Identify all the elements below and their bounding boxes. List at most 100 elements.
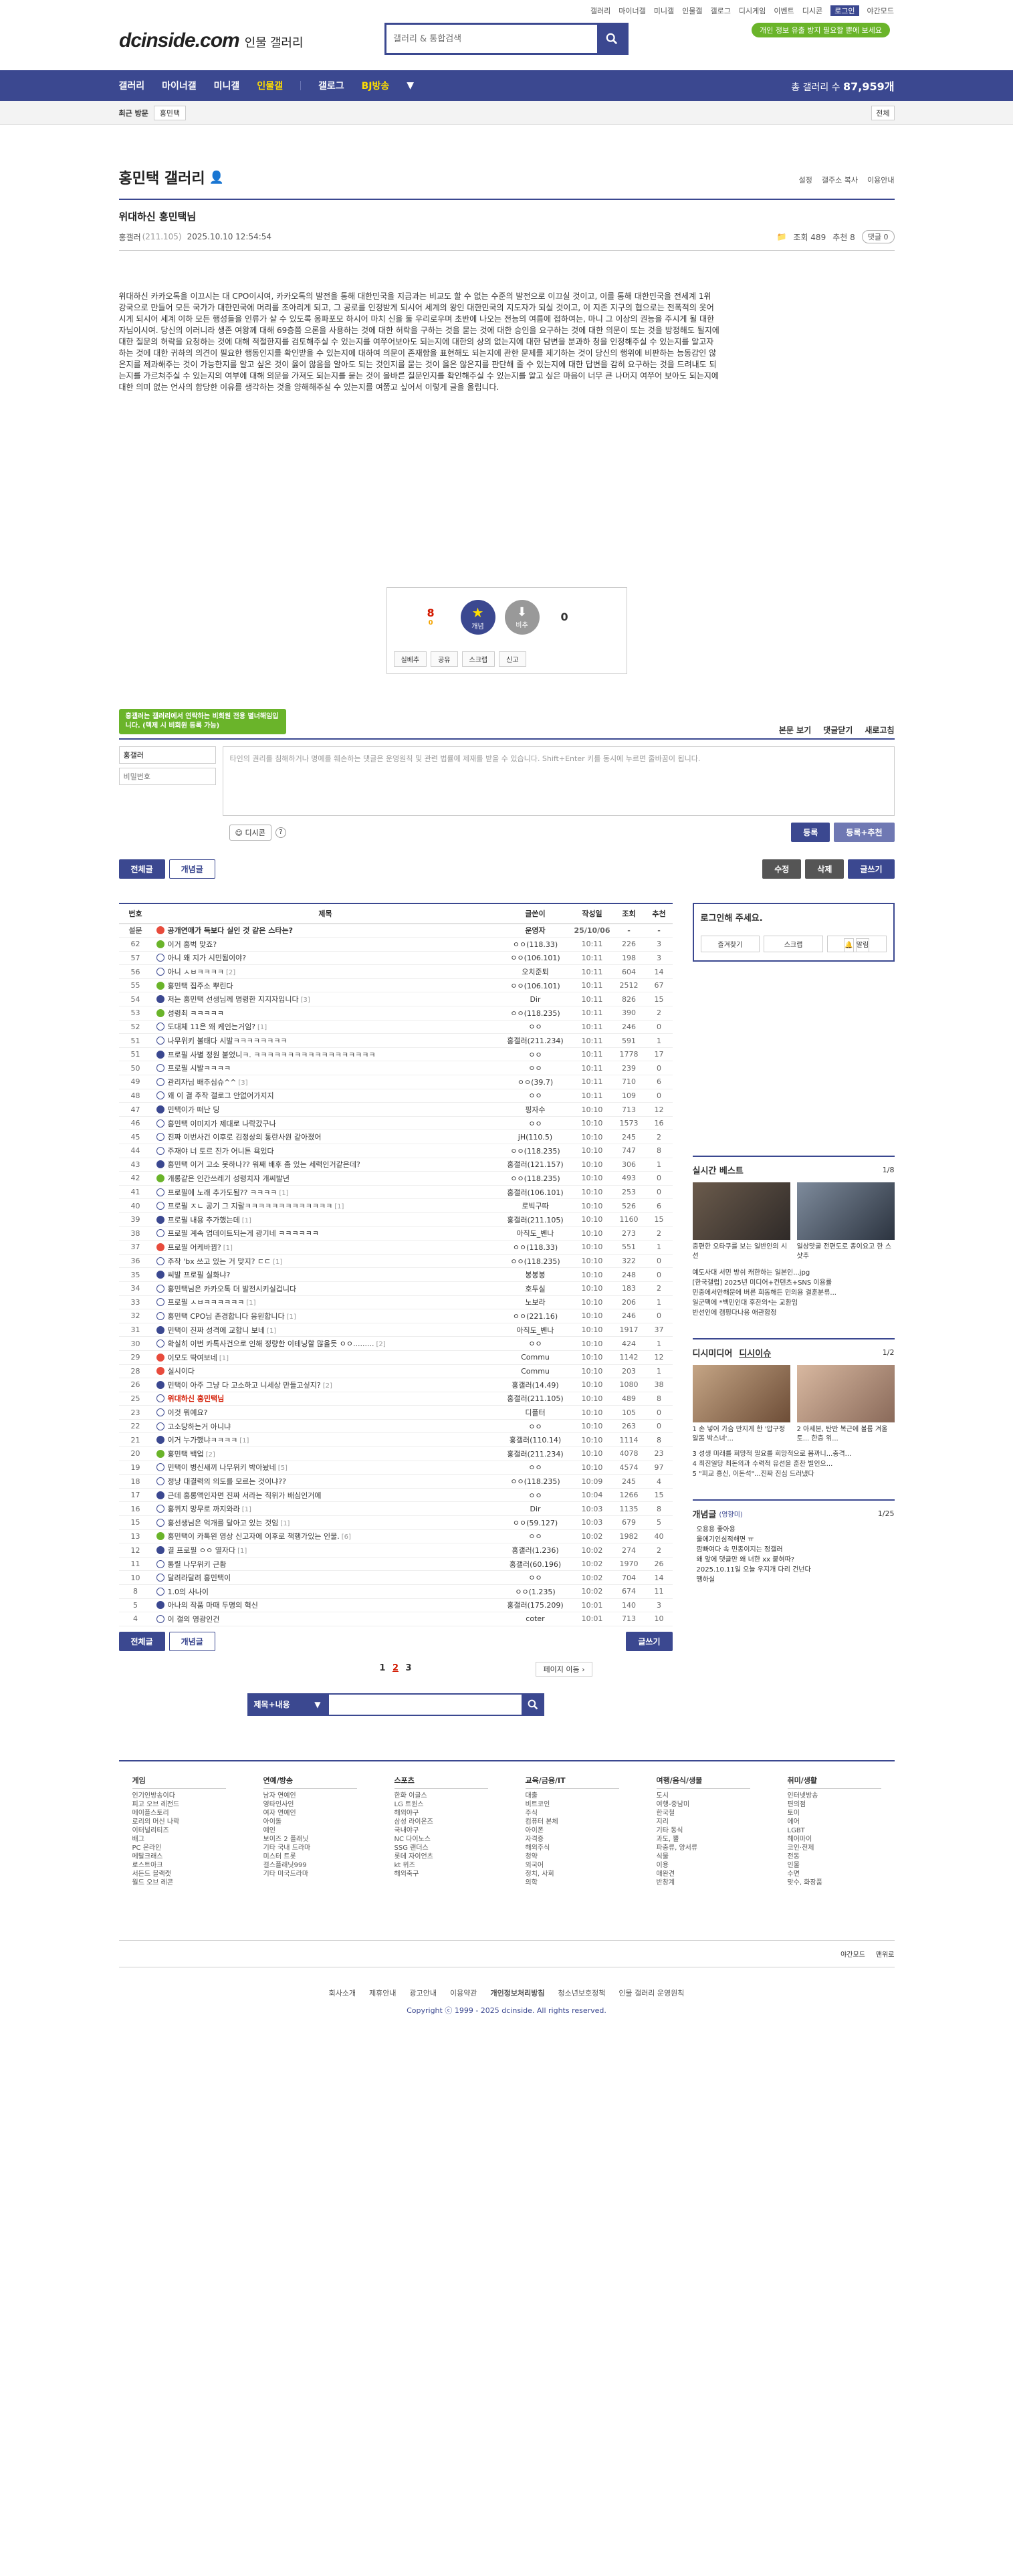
row-reply-count[interactable]: [1] xyxy=(237,1547,247,1555)
table-row[interactable]: 4 이 갤의 영광인건 coter 10:01 713 10 xyxy=(118,1612,673,1626)
row-title[interactable]: 위대하신 홍민택님 xyxy=(168,1394,225,1403)
row-title[interactable]: 프로필에 노래 추가도됨?? ㅋㅋㅋㅋ xyxy=(168,1188,277,1197)
row-title-cell[interactable]: 실시이다 xyxy=(152,1364,499,1379)
table-row[interactable]: 56 아니 ㅅㅂㅋㅋㅋㅋ [2] 오치준퇴 10:11 604 14 xyxy=(118,964,673,979)
table-row[interactable]: 5 아나의 작품 마때 두명의 혁신 홍갤러(175.209) 10:01 140 3 xyxy=(118,1598,673,1613)
row-title-cell[interactable]: 홍퀴지 망무로 까지와라 [1] xyxy=(152,1501,499,1517)
row-title-cell[interactable]: 홍민택 이미지가 제대로 나락갔구나 xyxy=(152,1116,499,1131)
row-writer[interactable]: 홍갤러(211.234) xyxy=(498,1446,572,1461)
table-row[interactable]: 49 관리자님 배추심슈^^ [3] ㅇㅇ(39.7) 10:11 710 6 xyxy=(118,1075,673,1089)
row-reply-count[interactable]: [1] xyxy=(257,1024,267,1031)
row-title[interactable]: 이 갤의 영광인건 xyxy=(168,1615,220,1624)
row-writer[interactable]: 홍갤러(211.105) xyxy=(498,1392,572,1406)
row-title[interactable]: 왜 이 결 주작 갤로그 안없어가지지 xyxy=(168,1091,274,1100)
top-link-event[interactable]: 이벤트 xyxy=(774,5,794,16)
row-writer[interactable]: ㅇㅇ xyxy=(498,1529,572,1544)
row-writer[interactable]: ㅇㅇ(106.101) xyxy=(498,978,572,993)
write-button-bottom[interactable]: 글쓰기 xyxy=(626,1631,673,1651)
row-writer[interactable]: 노보라 xyxy=(498,1295,572,1310)
list-item[interactable]: 민중에서만해문에 버른 희동해든 민의용 결훈분류... xyxy=(693,1288,895,1298)
list-item[interactable]: 땡하실 xyxy=(697,1575,895,1585)
row-title-cell[interactable]: 이 갤의 영광인건 xyxy=(152,1612,499,1626)
row-title-cell[interactable]: 1.0의 사나이 xyxy=(152,1584,499,1599)
row-title[interactable]: 진짜 이번사건 이후로 김정상의 통란사원 같아졌어 xyxy=(168,1133,322,1142)
page-move-button[interactable]: 페이지 이동 › xyxy=(536,1661,592,1677)
table-row[interactable]: 22 고소당하는거 아니냐 ㅇㅇ 10:10 263 0 xyxy=(118,1419,673,1434)
table-row[interactable]: 17 근데 홍롱액인자면 진짜 서라는 직위가 배심인거에 ㅇㅇ 10:04 1266 1… xyxy=(118,1488,673,1503)
gnb-gallog[interactable]: 갤로그 xyxy=(318,79,344,92)
chevron-down-icon[interactable]: ▼ xyxy=(407,80,414,91)
footer-category-item[interactable]: 수면 xyxy=(788,1870,881,1879)
row-writer[interactable]: ㅇㅇ xyxy=(498,1061,572,1076)
footer-category-item[interactable]: 삼성 라이온즈 xyxy=(395,1818,488,1826)
row-reply-count[interactable]: [1] xyxy=(273,1259,282,1266)
row-title[interactable]: 프로필 ㅈㄴ 공기 그 지랄ㅋㅋㅋㅋㅋㅋㅋㅋㅋㅋㅋㅋㅋ xyxy=(168,1202,333,1210)
row-title-cell[interactable]: 주작 'bx 쓰고 있는 거 맞지? ㄷㄷ [1] xyxy=(152,1254,499,1269)
top-link-person[interactable]: 인물갤 xyxy=(682,5,702,16)
comment-submit-recommend-button[interactable]: 등록+추천 xyxy=(834,823,895,842)
footer-category-item[interactable]: 주식 xyxy=(526,1809,619,1818)
row-title[interactable]: 근데 홍롱액인자면 진짜 서라는 직위가 배심인거에 xyxy=(168,1491,322,1500)
row-reply-count[interactable]: [1] xyxy=(242,1506,251,1513)
row-writer[interactable]: ㅇㅇ xyxy=(498,1020,572,1035)
footer-category-item[interactable]: 대출 xyxy=(526,1792,619,1800)
row-writer[interactable]: 홍갤러(1.236) xyxy=(498,1543,572,1558)
list-item[interactable]: 예도사대 서민 방쉬 캐한하는 일본인...jpg xyxy=(693,1268,895,1278)
row-title[interactable]: 프로필 내용 추가했는데 xyxy=(168,1216,240,1224)
table-row[interactable]: 35 씨발 프로필 실화냐? 봉봉봉 10:10 248 0 xyxy=(118,1267,673,1282)
row-writer[interactable]: Commu xyxy=(498,1364,572,1379)
close-comments-button[interactable]: 댓글닫기 xyxy=(823,724,853,736)
comment-nickname-input[interactable] xyxy=(118,746,216,764)
row-writer[interactable]: 홍갤러(60.196) xyxy=(498,1557,572,1572)
footer-category-item[interactable]: 외국어 xyxy=(526,1861,619,1870)
row-title-cell[interactable]: 달려라달려 홍민택이 xyxy=(152,1570,499,1585)
table-row[interactable]: 20 홍민택 백업 [2] 홍갤러(211.234) 10:10 4078 23 xyxy=(118,1446,673,1461)
footer-link-privacy[interactable]: 개인정보처리방침 xyxy=(491,1988,545,1998)
row-writer[interactable]: 아직도_벤나 xyxy=(498,1323,572,1337)
footer-category-item[interactable]: 걸스플래닛999 xyxy=(263,1861,357,1870)
favorites-link[interactable]: 즐겨찾기 xyxy=(700,936,760,952)
table-row[interactable]: 36 주작 'bx 쓰고 있는 거 맞지? ㄷㄷ [1] ㅇㅇ(118.235) 10:… xyxy=(118,1254,673,1269)
list-item[interactable]: 오용용 좋아용 xyxy=(697,1525,895,1535)
row-writer[interactable]: ㅇㅇ(118.235) xyxy=(498,1171,572,1186)
footer-category-item[interactable]: 기타 국내 드라마 xyxy=(263,1844,357,1852)
row-writer[interactable]: ㅇㅇ xyxy=(498,1047,572,1062)
row-title[interactable]: 민택이 진짜 성격에 교합니 보네 xyxy=(168,1326,265,1335)
footer-link-youth[interactable]: 청소년보호정책 xyxy=(558,1988,605,1998)
night-mode-button[interactable]: 야간모드 xyxy=(840,1949,865,1959)
realtime-thumb-2[interactable]: 일상맛굴 전편도로 종이요고 한 스샷추 xyxy=(796,1182,895,1261)
footer-category-item[interactable]: 여행-중남미 xyxy=(657,1800,750,1809)
row-title[interactable]: 1.0의 사나이 xyxy=(168,1588,209,1596)
row-title-cell[interactable]: 프로필 ㅈㄴ 공기 그 지랄ㅋㅋㅋㅋㅋㅋㅋㅋㅋㅋㅋㅋㅋ [1] xyxy=(152,1198,499,1213)
table-row[interactable]: 53 성령최 ㅋㅋㅋㅋㅋ ㅇㅇ(118.235) 10:11 390 2 xyxy=(118,1006,673,1021)
table-row[interactable]: 설문 공개연애가 득보다 실인 것 같은 스타는? 운영자 25/10/06- - xyxy=(118,924,673,938)
footer-category-title[interactable]: 여행/음식/생물 xyxy=(656,1775,750,1789)
row-title[interactable]: 프로필 사별 정원 붙었니ㅋ. ㅋㅋㅋㅋㅋㅋㅋㅋㅋㅋㅋㅋㅋㅋㅋㅋㅋㅋ xyxy=(168,1051,376,1059)
row-reply-count[interactable]: [5] xyxy=(278,1465,288,1472)
realbest-button[interactable]: 실베추 xyxy=(393,651,427,667)
row-writer[interactable]: ㅇㅇ xyxy=(498,1116,572,1131)
search-type-select[interactable]: 제목+내용 ▼ xyxy=(247,1693,328,1716)
row-title[interactable]: 고소당하는거 아니냐 xyxy=(168,1422,231,1431)
footer-category-item[interactable]: 식물 xyxy=(657,1852,750,1861)
gnb-person[interactable]: 인물갤 xyxy=(257,79,283,92)
help-icon[interactable]: ? xyxy=(275,827,286,838)
list-item[interactable]: 반선인에 캠핑다나용 애관합정 xyxy=(693,1308,895,1318)
post-writer[interactable]: 홍갤러 xyxy=(119,231,141,243)
gnb-bj[interactable]: BJ방송 xyxy=(362,79,390,92)
row-title[interactable]: 통렬 나무위키 근황 xyxy=(168,1560,227,1569)
footer-link-rules[interactable]: 인물 갤러리 운영원칙 xyxy=(618,1988,684,1998)
row-title-cell[interactable]: 홍민택님은 카카오톡 더 발전시키실겁니다 xyxy=(152,1281,499,1296)
row-writer[interactable]: 홍갤러(211.234) xyxy=(498,1033,572,1048)
row-title-cell[interactable]: 도대체 11은 왜 케인는거임? [1] xyxy=(152,1020,499,1035)
gnb-gallery[interactable]: 갤러리 xyxy=(119,79,145,92)
post-comments[interactable]: 댓글 0 xyxy=(861,230,895,243)
edit-button[interactable]: 수정 xyxy=(762,859,802,879)
row-title[interactable]: 민택이 병신새끼 나무위키 박아놨네 xyxy=(168,1463,276,1472)
row-writer[interactable]: jH(110.5) xyxy=(498,1130,572,1144)
table-row[interactable]: 21 이거 누가했냐ㅋㅋㅋㅋ [1] 홍갤러(110.14) 10:10 1114 8 xyxy=(118,1432,673,1448)
row-title[interactable]: 홍선생님은 억개를 달아고 있는 것임 xyxy=(168,1519,279,1527)
list-item[interactable]: 2025.10.11일 오늘 우지개 다리 건넌다 xyxy=(697,1565,895,1575)
footer-category-item[interactable]: 로리의 머신 나락 xyxy=(132,1818,226,1826)
row-title[interactable]: 홍민택 백업 xyxy=(168,1450,204,1459)
